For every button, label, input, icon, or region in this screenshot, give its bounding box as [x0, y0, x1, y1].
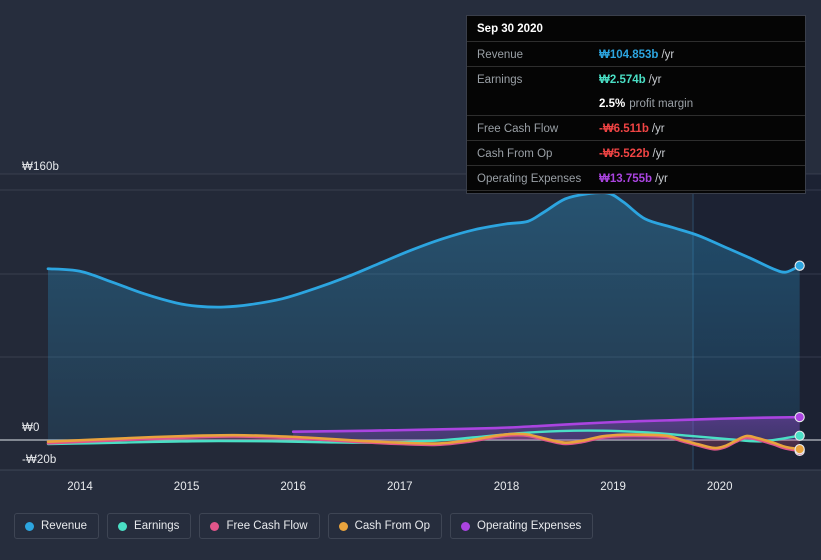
y-axis-tick-label: ₩160b [22, 161, 59, 173]
endpoint-marker-operating-expenses [794, 411, 805, 423]
legend-color-dot-icon [118, 521, 128, 531]
tooltip-row-value-wrap: 2.5% profit margin [599, 94, 693, 112]
x-axis-tick-label: 2017 [387, 481, 413, 493]
legend-item-label: Revenue [41, 520, 88, 532]
financial-chart: ₩160b ₩0 -₩20b 2014 2015 2016 2017 2018 2019 202… [0, 0, 821, 560]
legend-item-free-cash-flow[interactable]: Free Cash Flow [199, 513, 320, 539]
tooltip-row-unit: /yr [652, 148, 666, 160]
tooltip-row-label: Revenue [477, 49, 524, 61]
tooltip-row: 2.5% profit margin [467, 91, 805, 115]
tooltip-row: Revenue ₩104.853b/yr [467, 41, 805, 66]
x-axis-tick-label: 2015 [173, 481, 200, 493]
legend-item-revenue[interactable]: Revenue [14, 513, 100, 539]
legend-item-earnings[interactable]: Earnings [107, 513, 192, 539]
tooltip-row-value-wrap: ₩13.755b/yr [599, 169, 668, 187]
legend-item-label: Cash From Op [354, 520, 431, 532]
x-axis-tick-label: 2016 [280, 481, 306, 493]
tooltip-bottom-rule [467, 190, 805, 193]
x-axis-tick-label: 2018 [493, 481, 520, 493]
legend-color-dot-icon [210, 521, 220, 531]
tooltip-row-label: Operating Expenses [477, 173, 582, 185]
chart-legend[interactable]: Revenue Earnings Free Cash Flow Cash From O… [14, 513, 594, 539]
x-axis-tick-label: 2014 [67, 481, 93, 493]
legend-item-label: Earnings [134, 520, 180, 532]
tooltip-row-value: ₩104.853b [599, 49, 659, 61]
x-axis-tick-label: 2020 [706, 481, 733, 493]
tooltip-row-label: Cash From Op [477, 148, 553, 160]
y-axis-tick-label: ₩0 [22, 422, 40, 434]
endpoint-marker-revenue [794, 260, 805, 271]
tooltip-rows: Revenue ₩104.853b/yr Earnings ₩2.574b/yr 2.5… [467, 41, 805, 193]
tooltip-row-unit: /yr [655, 173, 668, 185]
legend-item-label: Operating Expenses [477, 520, 582, 532]
endpoint-marker-earnings [794, 430, 805, 441]
legend-color-dot-icon [461, 521, 471, 531]
tooltip-row-value-wrap: -₩6.511b/yr [599, 119, 665, 137]
tooltip-row: Earnings ₩2.574b/yr [467, 66, 805, 91]
legend-item-label: Free Cash Flow [226, 520, 308, 532]
tooltip-row-label: Earnings [477, 74, 523, 86]
tooltip-row-unit: /yr [661, 49, 675, 61]
tooltip-row-unit: /yr [648, 74, 662, 86]
data-tooltip: Sep 30 2020 Revenue ₩104.853b/yr Earnings ₩… [466, 15, 806, 194]
tooltip-row-value: ₩13.755b [599, 173, 653, 185]
tooltip-row-value-wrap: -₩5.522b/yr [599, 144, 665, 162]
tooltip-row: Free Cash Flow -₩6.511b/yr [467, 115, 805, 140]
y-axis-tick-label: -₩20b [22, 454, 57, 466]
tooltip-row-value: ₩2.574b [599, 74, 646, 86]
tooltip-row-unit: /yr [651, 123, 665, 135]
legend-item-cash-from-op[interactable]: Cash From Op [327, 513, 443, 539]
legend-item-operating-expenses[interactable]: Operating Expenses [450, 513, 594, 539]
tooltip-row-value-wrap: ₩2.574b/yr [599, 70, 661, 88]
endpoint-marker-cash-from-op [794, 444, 805, 455]
tooltip-date: Sep 30 2020 [477, 23, 543, 35]
tooltip-row-label: Free Cash Flow [477, 123, 559, 135]
tooltip-row-value: 2.5% [599, 98, 626, 110]
tooltip-row: Operating Expenses ₩13.755b/yr [467, 165, 805, 190]
tooltip-row-value-wrap: ₩104.853b/yr [599, 45, 674, 63]
legend-color-dot-icon [338, 521, 348, 531]
tooltip-row-value: -₩6.511b [599, 123, 649, 135]
tooltip-row: Cash From Op -₩5.522b/yr [467, 140, 805, 165]
x-axis-tick-label: 2019 [600, 481, 626, 493]
legend-color-dot-icon [25, 521, 34, 531]
tooltip-row-value: -₩5.522b [599, 148, 650, 160]
tooltip-row-sublabel: profit margin [629, 98, 694, 110]
